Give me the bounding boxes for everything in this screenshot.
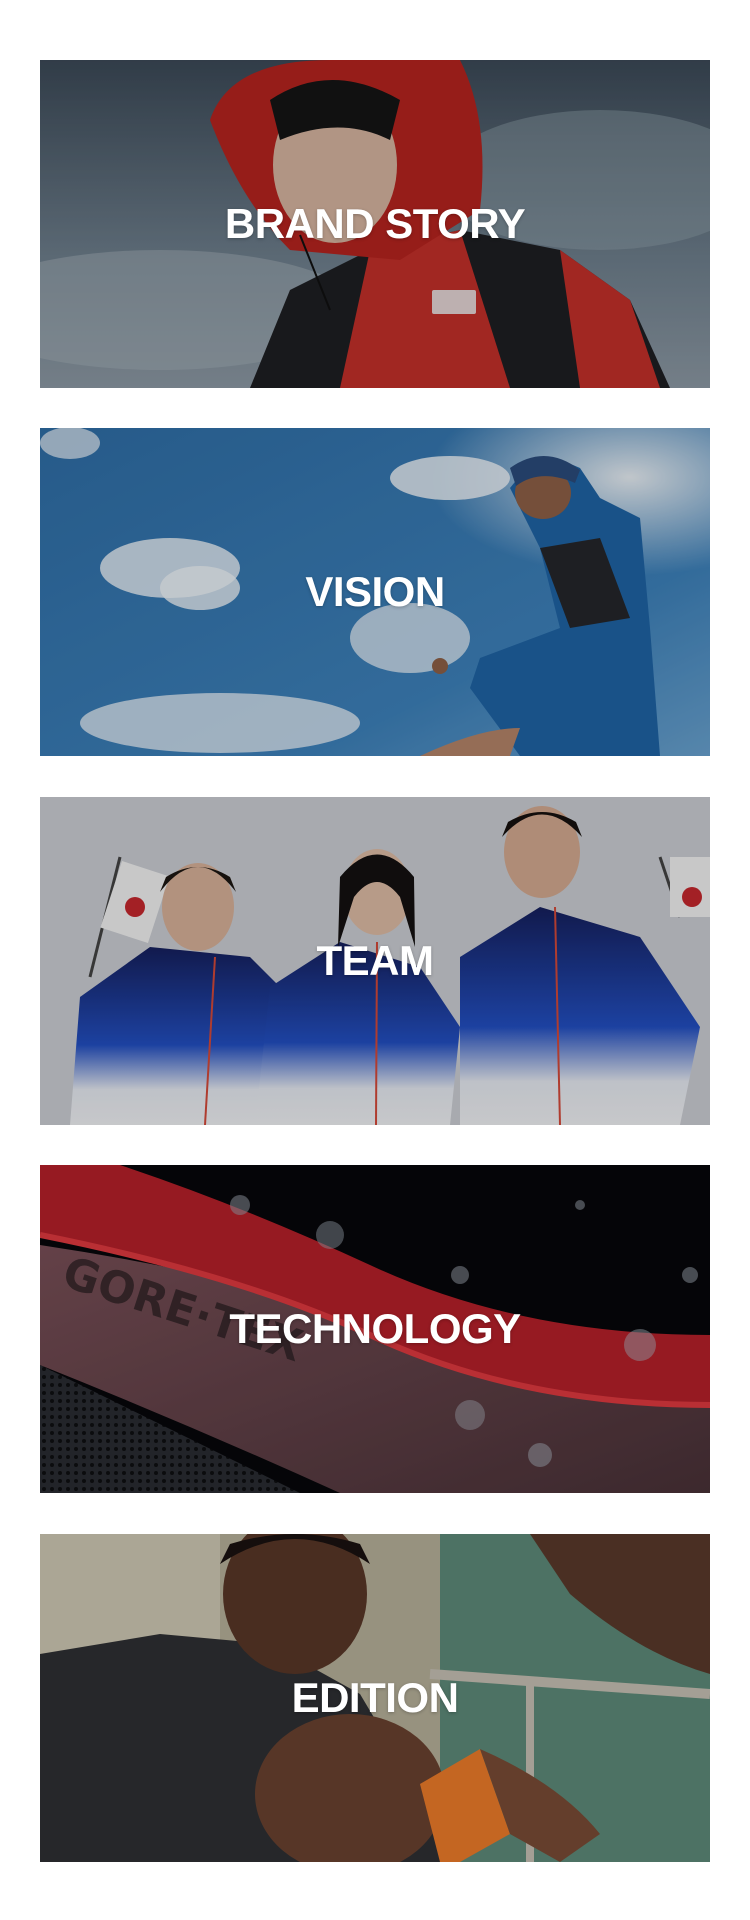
brand-story-card[interactable]: BRAND STORY [40, 60, 710, 388]
edition-card[interactable]: EDITION [40, 1534, 710, 1862]
brand-story-label: BRAND STORY [224, 200, 526, 247]
technology-label: TECHNOLOGY [229, 1305, 521, 1352]
vision-label: VISION [305, 568, 445, 615]
team-label: TEAM [316, 937, 435, 984]
technology-card[interactable]: GORE·TEX TECHNOLOGY [40, 1165, 710, 1493]
team-card[interactable]: TEAM [40, 797, 710, 1125]
category-menu: BRAND STORY VISION TEAM GORE·TEX TECHNOL… [0, 0, 750, 1920]
vision-card[interactable]: VISION [40, 428, 710, 756]
edition-label: EDITION [291, 1674, 459, 1721]
